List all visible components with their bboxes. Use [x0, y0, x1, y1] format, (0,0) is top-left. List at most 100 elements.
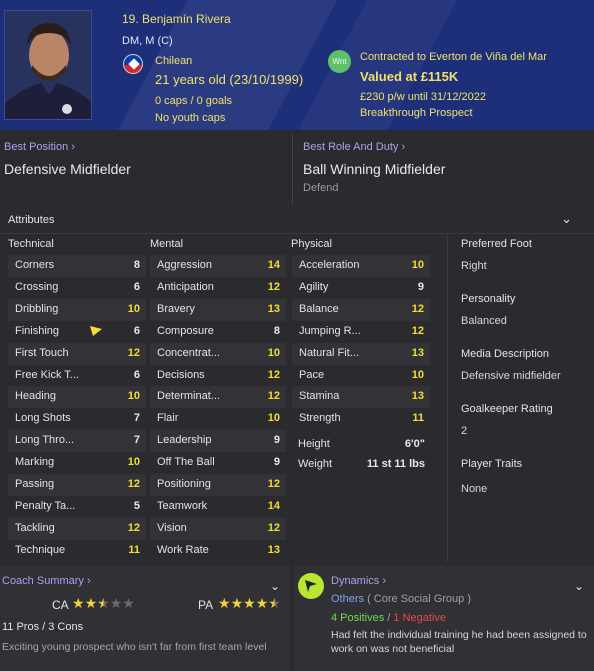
player-traits-value: None: [461, 483, 488, 495]
social-group-name[interactable]: Others: [331, 593, 364, 605]
attribute-row[interactable]: Anticipation 12: [150, 277, 286, 299]
attribute-row[interactable]: Dribbling 10: [8, 298, 146, 321]
dynamics-arrow-icon: [298, 573, 324, 599]
player-photo[interactable]: [4, 10, 92, 120]
pros-cons[interactable]: 11 Pros / 3 Cons: [2, 621, 83, 633]
attribute-row[interactable]: Acceleration 10: [292, 255, 430, 277]
goalkeeper-rating-value: 2: [461, 425, 468, 437]
attribute-row[interactable]: Decisions 12: [150, 365, 286, 387]
attribute-row[interactable]: Stamina 13: [292, 386, 430, 409]
personality-label: Personality: [461, 293, 516, 305]
attribute-row[interactable]: Determinat... 12: [150, 386, 286, 409]
attribute-row[interactable]: Tackling 12: [8, 517, 146, 540]
attribute-row[interactable]: Leadership 9: [150, 430, 286, 453]
preferred-foot-label: Preferred Foot: [461, 238, 532, 250]
attribute-row[interactable]: Balance 12: [292, 298, 430, 321]
social-group-detail: ( Core Social Group ): [367, 593, 472, 605]
attribute-row[interactable]: Composure 8: [150, 321, 286, 343]
star-icon: ★: [97, 595, 110, 611]
attribute-row[interactable]: Strength 11: [292, 408, 430, 430]
attribute-value: 9: [273, 434, 280, 447]
attribute-row[interactable]: Free Kick T... 6: [8, 365, 146, 387]
attribute-row[interactable]: Vision 12: [150, 517, 286, 540]
attribute-label: Long Shots: [15, 412, 71, 425]
international-caps: 0 caps / 0 goals: [155, 95, 233, 107]
attribute-label: Jumping R...: [299, 324, 361, 337]
chile-flag-icon[interactable]: [123, 54, 143, 74]
attribute-label: Agility: [299, 280, 329, 293]
attribute-row[interactable]: Work Rate 13: [150, 540, 286, 562]
attribute-row[interactable]: Penalty Ta... 5: [8, 496, 146, 518]
positives: 4 Positives: [331, 612, 385, 624]
star-icon: ★: [122, 595, 135, 611]
chevron-down-icon[interactable]: ⌄: [270, 579, 280, 593]
attribute-row[interactable]: Technique 11: [8, 540, 146, 562]
attribute-label: First Touch: [15, 346, 69, 359]
attribute-row[interactable]: Concentrat... 10: [150, 342, 286, 365]
attribute-label: Dribbling: [15, 302, 59, 315]
divider: [292, 134, 293, 204]
attribute-value: 13: [267, 543, 280, 556]
attribute-progress-arrow-icon: [90, 326, 102, 339]
attribute-row[interactable]: Positioning 12: [150, 474, 286, 496]
attribute-label: Tackling: [15, 521, 55, 534]
attribute-label: Heading: [15, 390, 56, 403]
dynamics-panel: Dynamics › ⌄ Others ( Core Social Group …: [294, 566, 594, 671]
coach-summary-link[interactable]: Coach Summary ›: [2, 575, 91, 587]
attribute-label: Positioning: [157, 478, 211, 490]
attribute-label: Leadership: [157, 434, 212, 447]
social-group[interactable]: Others ( Core Social Group ): [331, 593, 471, 605]
goalkeeper-rating-label: Goalkeeper Rating: [461, 403, 553, 415]
pa-label: PA: [198, 598, 214, 612]
attribute-label: Pace: [299, 368, 325, 381]
chevron-down-icon[interactable]: ⌄: [574, 579, 584, 593]
attribute-row[interactable]: Finishing 6: [8, 321, 146, 343]
chevron-down-icon[interactable]: ⌄: [561, 211, 572, 227]
attribute-label: Composure: [157, 324, 214, 337]
attribute-row[interactable]: Jumping R... 12: [292, 321, 430, 343]
status-badge[interactable]: Wnt: [328, 50, 351, 73]
mental-header: Mental: [150, 238, 184, 250]
dynamics-link[interactable]: Dynamics ›: [331, 575, 386, 587]
attribute-row[interactable]: Passing 12: [8, 474, 146, 496]
youth-caps: No youth caps: [155, 112, 226, 124]
attribute-value: 8: [133, 259, 140, 271]
coach-summary-panel: Coach Summary › ⌄ CA ★★★★★ PA ★★★★★ 11 P…: [0, 566, 290, 671]
best-role-link[interactable]: Best Role And Duty ›: [303, 141, 405, 153]
attribute-label: Long Thro...: [15, 434, 75, 447]
attribute-label: Corners: [15, 259, 55, 271]
attribute-row[interactable]: Corners 8: [8, 255, 146, 277]
attribute-row[interactable]: Natural Fit... 13: [292, 342, 430, 365]
attribute-row[interactable]: Long Shots 7: [8, 408, 146, 430]
best-position-link[interactable]: Best Position ›: [4, 141, 75, 153]
attribute-row[interactable]: Teamwork 14: [150, 496, 286, 518]
nationality[interactable]: Chilean: [155, 55, 192, 67]
attribute-row[interactable]: Long Thro... 7: [8, 430, 146, 453]
attribute-value: 6: [133, 280, 140, 293]
attribute-label: Decisions: [157, 368, 205, 381]
attribute-label: Acceleration: [299, 259, 360, 271]
player-traits-label: Player Traits: [461, 458, 523, 470]
attribute-row[interactable]: Flair 10: [150, 408, 286, 430]
attribute-row[interactable]: Marking 10: [8, 452, 146, 474]
weight-row: Weight 11 st 11 lbs: [291, 454, 431, 476]
player-name: 19. Benjamín Rivera: [122, 12, 231, 26]
attribute-row[interactable]: Bravery 13: [150, 298, 286, 321]
attribute-row[interactable]: Pace 10: [292, 365, 430, 387]
attribute-label: Off The Ball: [157, 456, 215, 469]
attribute-row[interactable]: First Touch 12: [8, 342, 146, 365]
attribute-row[interactable]: Off The Ball 9: [150, 452, 286, 474]
attribute-row[interactable]: Heading 10: [8, 386, 146, 409]
attribute-row[interactable]: Crossing 6: [8, 277, 146, 299]
star-icon: ★: [72, 595, 85, 611]
prospect-status: Breakthrough Prospect: [360, 107, 473, 119]
attribute-label: Teamwork: [157, 499, 208, 512]
contract-club[interactable]: Contracted to Everton de Viña del Mar: [360, 51, 547, 63]
attribute-value: 12: [411, 324, 424, 337]
attribute-row[interactable]: Aggression 14: [150, 255, 286, 277]
attribute-value: 8: [273, 324, 280, 337]
attribute-value: 10: [411, 259, 424, 271]
separator: /: [387, 612, 391, 624]
attribute-value: 9: [273, 456, 280, 469]
attribute-row[interactable]: Agility 9: [292, 277, 430, 299]
